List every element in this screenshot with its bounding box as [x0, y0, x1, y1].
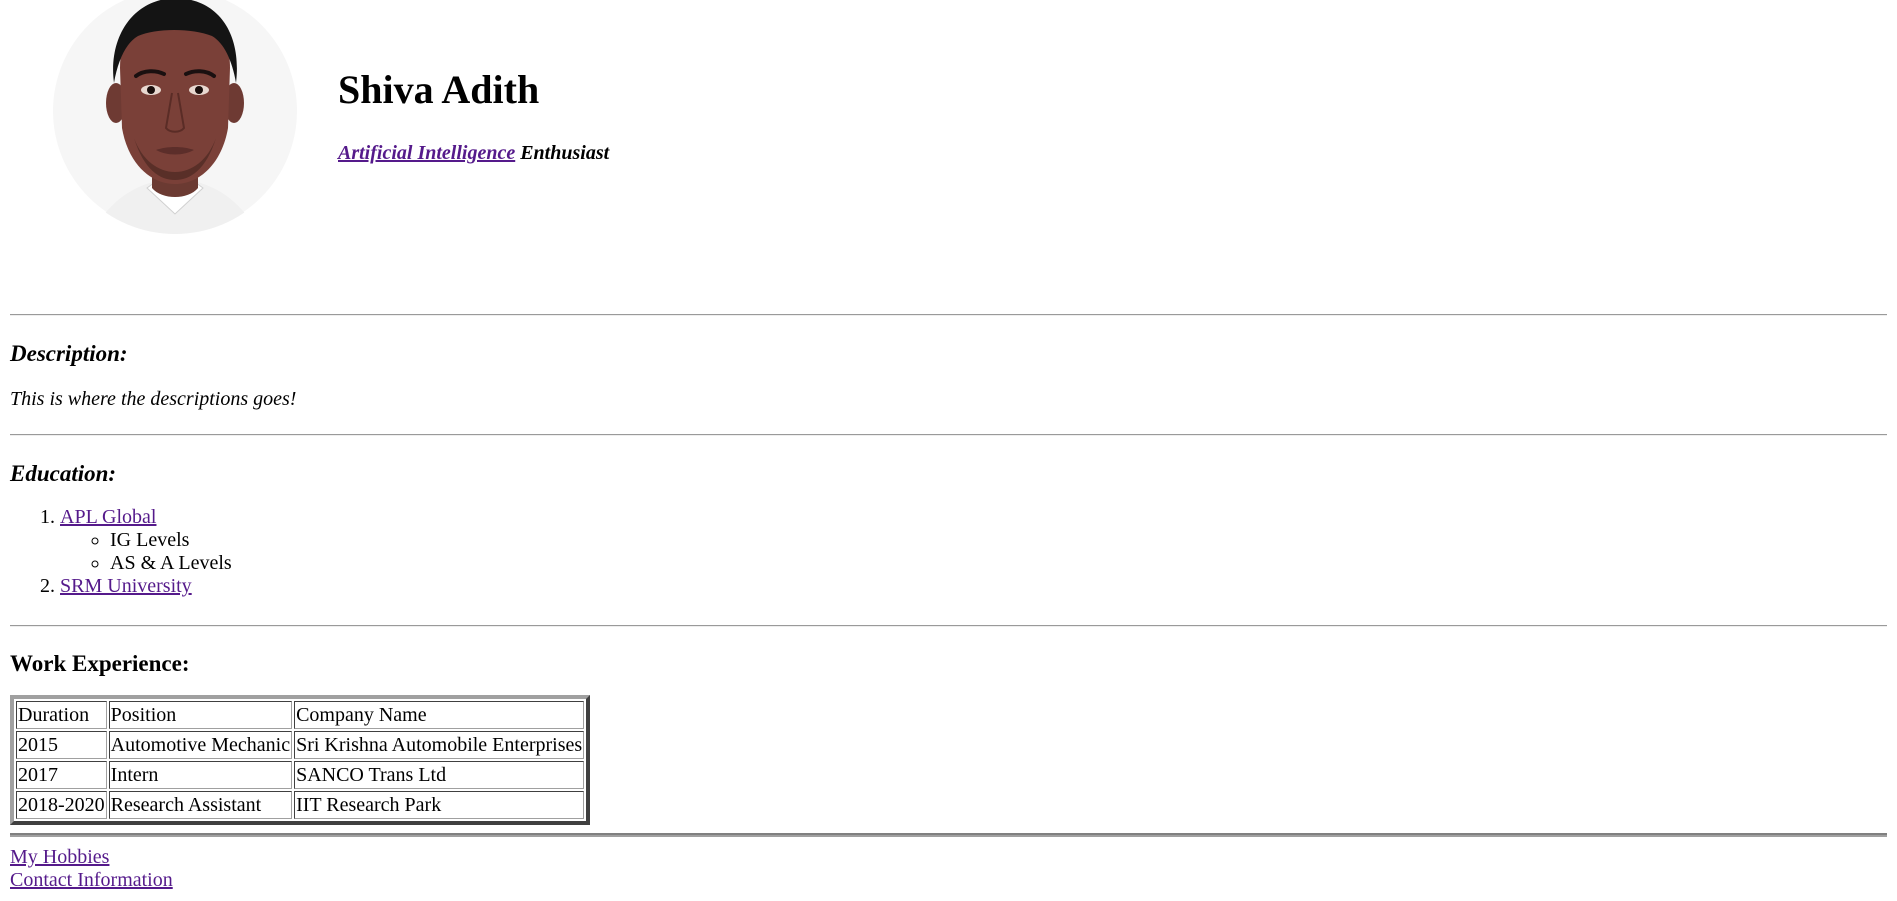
description-text: This is where the descriptions goes!: [10, 388, 297, 410]
column-header: Duration: [16, 701, 107, 729]
ai-link[interactable]: Artificial Intelligence: [338, 142, 515, 164]
table-cell: Research Assistant: [108, 791, 293, 819]
table-cell: Sri Krishna Automobile Enterprises: [294, 731, 585, 759]
table-cell: 2018-2020: [16, 791, 107, 819]
list-item: AS & A Levels: [110, 552, 232, 575]
profile-photo: [52, 0, 298, 234]
my-hobbies-link[interactable]: My Hobbies: [10, 846, 173, 869]
table-header-row: Duration Position Company Name: [16, 701, 585, 729]
portrait-image: [52, 0, 298, 234]
work-heading: Work Experience:: [10, 651, 190, 676]
divider: [10, 625, 1887, 627]
education-item: APL Global IG Levels AS & A Levels: [60, 506, 232, 575]
contact-information-link[interactable]: Contact Information: [10, 869, 173, 892]
table-row: 2018-2020 Research Assistant IIT Researc…: [16, 791, 585, 819]
table-cell: SANCO Trans Ltd: [294, 761, 585, 789]
education-sublist: IG Levels AS & A Levels: [60, 529, 232, 575]
work-experience-table: Duration Position Company Name 2015 Auto…: [10, 695, 591, 825]
education-item: SRM University: [60, 575, 232, 598]
profile-header: Shiva Adith Artificial Intelligence Enth…: [0, 0, 1897, 250]
column-header: Position: [108, 701, 293, 729]
table-cell: Automotive Mechanic: [108, 731, 293, 759]
profile-name: Shiva Adith: [338, 67, 540, 112]
table-cell: Intern: [108, 761, 293, 789]
list-item: IG Levels: [110, 529, 232, 552]
education-heading: Education:: [10, 461, 117, 486]
profile-tagline: Artificial Intelligence Enthusiast: [338, 140, 609, 166]
education-list: APL Global IG Levels AS & A Levels SRM U…: [10, 506, 232, 598]
table-row: 2017 Intern SANCO Trans Ltd: [16, 761, 585, 789]
table-cell: 2015: [16, 731, 107, 759]
tagline-text: Enthusiast: [520, 142, 610, 164]
table-row: 2015 Automotive Mechanic Sri Krishna Aut…: [16, 731, 585, 759]
description-heading: Description:: [10, 341, 128, 366]
divider: [10, 434, 1887, 436]
column-header: Company Name: [294, 701, 585, 729]
divider: [10, 314, 1887, 316]
table-cell: IIT Research Park: [294, 791, 585, 819]
table-cell: 2017: [16, 761, 107, 789]
footer-links: My Hobbies Contact Information: [10, 846, 173, 892]
apl-global-link[interactable]: APL Global: [60, 506, 156, 528]
footer-divider: [10, 833, 1887, 837]
srm-university-link[interactable]: SRM University: [60, 575, 192, 597]
